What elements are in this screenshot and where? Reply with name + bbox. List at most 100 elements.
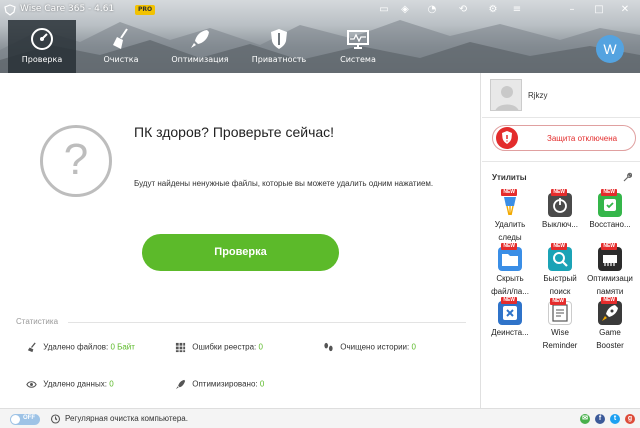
- tool-label: Reminder: [542, 341, 578, 350]
- tool-label: поиск: [549, 287, 571, 296]
- power-icon: NEW: [548, 189, 572, 217]
- stat-registry-errors: Ошибки реестра: 0: [175, 342, 263, 353]
- update-icon[interactable]: ◔: [425, 3, 439, 17]
- alarm-clock-icon: [50, 414, 61, 424]
- app-title: Wise Care 365 - 4.61: [20, 4, 115, 14]
- new-badge: NEW: [601, 189, 617, 196]
- user-silhouette-icon: [495, 86, 519, 110]
- memory-icon: NEW: [598, 243, 622, 271]
- new-badge: NEW: [601, 243, 617, 250]
- title-bar[interactable]: Wise Care 365 - 4.61 PRO ▭ ◈ ◔ ⟲ ⚙ ≡ – □…: [0, 0, 640, 20]
- app-logo-icon: [4, 4, 16, 16]
- profile-avatar[interactable]: [490, 79, 522, 111]
- question-icon: ?: [40, 125, 112, 197]
- tab-label: Система: [340, 55, 376, 64]
- protection-status-label: Защита отключена: [547, 134, 618, 143]
- trash-icon: NEW: [498, 189, 522, 217]
- tab-optimize[interactable]: Оптимизация: [166, 20, 234, 73]
- tool-label: следы: [498, 233, 522, 242]
- tool-label: Wise: [551, 328, 569, 337]
- tab-system[interactable]: Система: [324, 20, 392, 73]
- tab-privacy[interactable]: Приватность: [245, 20, 313, 73]
- protection-status-button[interactable]: Защита отключена: [492, 125, 636, 151]
- maximize-icon[interactable]: □: [592, 3, 606, 17]
- new-badge: NEW: [550, 298, 566, 305]
- stat-history-cleaned: Очищено истории: 0: [323, 342, 416, 353]
- schedule-clean-text[interactable]: Регулярная очистка компьютера.: [65, 414, 188, 423]
- new-badge: NEW: [501, 243, 517, 250]
- pro-badge: PRO: [135, 5, 156, 15]
- twitter-icon[interactable]: t: [610, 414, 620, 424]
- tab-label: Оптимизация: [171, 55, 229, 64]
- tab-label: Очистка: [103, 55, 139, 64]
- stat-files-deleted: Удалено файлов: 0 Байт: [26, 342, 135, 353]
- tool-uninstaller[interactable]: NEW Деинста...: [486, 297, 534, 361]
- tool-wise-reminder[interactable]: NEW Wise Reminder: [536, 298, 584, 361]
- profile-card[interactable]: Rjkzy: [482, 73, 640, 118]
- facebook-icon[interactable]: f: [595, 414, 605, 424]
- toggle-label: OFF: [23, 415, 35, 421]
- restore-icon[interactable]: ⟲: [456, 3, 470, 17]
- broom-icon: [113, 28, 128, 49]
- tool-label: Выключ...: [541, 220, 578, 229]
- profile-name: Rjkzy: [528, 91, 548, 100]
- stat-value: 0: [259, 379, 265, 389]
- tool-label: Game: [599, 328, 621, 337]
- shield-icon: [271, 29, 287, 49]
- auto-clean-toggle[interactable]: OFF: [10, 414, 40, 425]
- new-badge: NEW: [501, 189, 517, 196]
- rocket-icon: [191, 30, 209, 48]
- theme-icon[interactable]: ◈: [398, 3, 412, 17]
- scan-button[interactable]: Проверка: [142, 234, 339, 271]
- new-badge: NEW: [551, 189, 567, 196]
- tool-game-booster[interactable]: NEW Game Booster: [586, 297, 634, 361]
- menu-icon[interactable]: ≡: [510, 3, 524, 17]
- utilities-title: Утилиты: [492, 173, 527, 182]
- minimize-icon[interactable]: –: [565, 3, 579, 17]
- reminder-icon: NEW: [548, 298, 572, 325]
- tool-label: Восстано...: [589, 220, 631, 229]
- close-icon[interactable]: ✕: [618, 3, 632, 17]
- stat-label: Оптимизировано:: [192, 379, 258, 389]
- stat-label: Удалено файлов:: [43, 342, 109, 352]
- tab-check[interactable]: Проверка: [8, 20, 76, 73]
- stat-value: 0: [109, 379, 114, 389]
- screen-icon[interactable]: ▭: [377, 3, 391, 17]
- wrench-icon[interactable]: [622, 172, 632, 182]
- stat-value: 0: [411, 342, 416, 352]
- account-avatar[interactable]: W: [596, 35, 624, 63]
- monitor-icon: [347, 30, 369, 49]
- tool-label: Деинста...: [491, 328, 529, 337]
- side-panel: Rjkzy Защита отключена Утилиты NEW Удали…: [482, 73, 640, 408]
- question-mark: ?: [63, 135, 89, 184]
- tab-label: Проверка: [21, 55, 63, 64]
- tool-label: Скрыть: [496, 274, 524, 283]
- game-icon: NEW: [598, 297, 622, 325]
- divider: [68, 322, 466, 323]
- stats-title: Статистика: [16, 317, 59, 326]
- speedometer-icon: [31, 28, 53, 50]
- tool-label: памяти: [596, 287, 624, 296]
- page-title: ПК здоров? Проверьте сейчас!: [134, 124, 335, 140]
- main-panel: ? ПК здоров? Проверьте сейчас! Будут най…: [0, 73, 481, 408]
- broom-icon: [27, 342, 36, 353]
- status-bar: OFF Регулярная очистка компьютера. ✉ f t…: [0, 408, 640, 428]
- folder-icon: NEW: [498, 243, 522, 271]
- header: Wise Care 365 - 4.61 PRO ▭ ◈ ◔ ⟲ ⚙ ≡ – □…: [0, 0, 640, 73]
- tool-label: Быстрый: [543, 274, 577, 283]
- new-badge: NEW: [601, 297, 617, 304]
- message-icon[interactable]: ✉: [580, 414, 590, 424]
- rocket-icon: [175, 379, 186, 390]
- tool-label: файл/па...: [491, 287, 529, 296]
- restore-icon: NEW: [598, 189, 622, 217]
- new-badge: NEW: [551, 243, 567, 250]
- settings-icon[interactable]: ⚙: [486, 3, 500, 17]
- search-icon: NEW: [548, 243, 572, 271]
- tab-label: Приватность: [251, 55, 307, 64]
- stat-value: 0 Байт: [110, 342, 135, 352]
- footprints-icon: [324, 342, 333, 352]
- tool-label: Удалить: [494, 220, 526, 229]
- stat-label: Ошибки реестра:: [192, 342, 257, 352]
- tab-clean[interactable]: Очистка: [87, 20, 155, 73]
- googleplus-icon[interactable]: g: [625, 414, 635, 424]
